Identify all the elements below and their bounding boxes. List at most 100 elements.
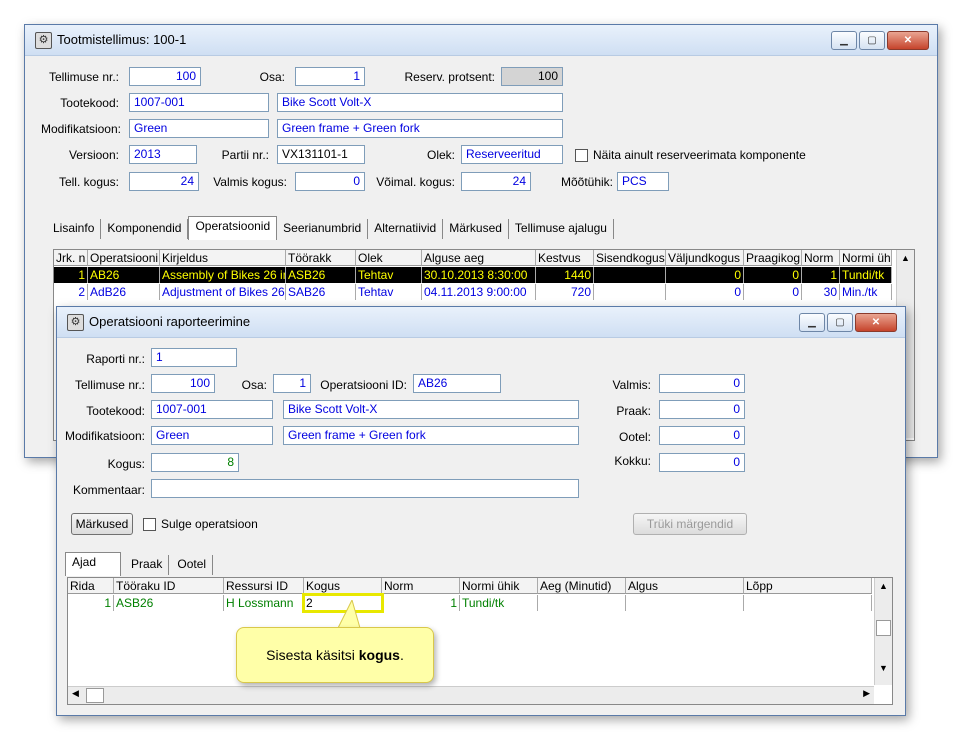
- table-row[interactable]: 2 AdB26 Adjustment of Bikes 26 SAB26 Teh…: [54, 284, 892, 300]
- valmis-field[interactable]: 0: [659, 374, 745, 393]
- voimal-kogus-field[interactable]: 24: [461, 172, 531, 191]
- col-jrk[interactable]: Jrk. n: [54, 250, 88, 266]
- col-kirjeldus[interactable]: Kirjeldus: [160, 250, 286, 266]
- raporti-nr-field[interactable]: 1: [151, 348, 237, 367]
- tab-alternatiivid[interactable]: Alternatiivid: [368, 219, 444, 239]
- mod-kirjeldus-field[interactable]: Green frame + Green fork: [277, 119, 563, 138]
- operatsiooni-id-label: Operatsiooni ID:: [320, 378, 407, 392]
- tootekood-field[interactable]: 1007-001: [151, 400, 273, 419]
- tab-ootel[interactable]: Ootel: [169, 555, 214, 575]
- kommentaar-field[interactable]: [151, 479, 579, 498]
- mod-kirjeldus-field[interactable]: Green frame + Green fork: [283, 426, 579, 445]
- col-sisendkogus[interactable]: Sisendkogus: [594, 250, 666, 266]
- naita-reserveerimata-checkbox[interactable]: [575, 149, 588, 162]
- cell: Min./tk: [840, 284, 892, 300]
- close-icon[interactable]: ✕: [855, 313, 897, 332]
- truki-margendid-button[interactable]: Trüki märgendid: [633, 513, 747, 535]
- tab-markused[interactable]: Märkused: [443, 219, 509, 239]
- col-tooraku-id[interactable]: Tööraku ID: [114, 578, 224, 594]
- markused-button[interactable]: Märkused: [71, 513, 133, 535]
- col-alguse-aeg[interactable]: Alguse aeg: [422, 250, 536, 266]
- col-lopp[interactable]: Lõpp: [744, 578, 872, 594]
- cell: Tundi/tk: [460, 595, 538, 611]
- minimize-icon[interactable]: ▁: [831, 31, 857, 50]
- toote-nimi-field[interactable]: Bike Scott Volt-X: [283, 400, 579, 419]
- main-titlebar[interactable]: ⚙ Tootmistellimus: 100-1 ▁ ▢ ✕: [25, 25, 937, 56]
- col-norm[interactable]: Norm: [382, 578, 460, 594]
- col-olek[interactable]: Olek: [356, 250, 422, 266]
- modifikatsioon-field[interactable]: Green: [129, 119, 269, 138]
- olek-field[interactable]: Reserveeritud: [461, 145, 563, 164]
- tab-operatsioonid[interactable]: Operatsioonid: [188, 216, 278, 240]
- minimize-icon[interactable]: ▁: [799, 313, 825, 332]
- cell: 2: [54, 284, 88, 300]
- col-normi-uhik[interactable]: Normi ühik: [460, 578, 538, 594]
- col-aeg-minutid[interactable]: Aeg (Minutid): [538, 578, 626, 594]
- operatsiooni-id-field[interactable]: AB26: [413, 374, 501, 393]
- osa-field[interactable]: 1: [295, 67, 365, 86]
- col-algus[interactable]: Algus: [626, 578, 744, 594]
- scroll-left-icon[interactable]: ◀: [72, 688, 79, 699]
- maximize-icon[interactable]: ▢: [859, 31, 885, 50]
- col-normi-uhik[interactable]: Normi üh: [840, 250, 892, 266]
- grid-vertical-scrollbar[interactable]: ▲ ▼: [874, 578, 892, 685]
- scroll-right-icon[interactable]: ▶: [863, 688, 870, 699]
- col-norm[interactable]: Norm: [802, 250, 840, 266]
- scroll-up-icon[interactable]: ▲: [897, 250, 914, 266]
- cell: Tehtav: [356, 267, 422, 283]
- col-rida[interactable]: Rida: [68, 578, 114, 594]
- col-kestvus[interactable]: Kestvus: [536, 250, 594, 266]
- versioon-field[interactable]: 2013: [129, 145, 197, 164]
- tootekood-field[interactable]: 1007-001: [129, 93, 269, 112]
- dialog-titlebar[interactable]: ⚙ Operatsiooni raporteerimine ▁ ▢ ✕: [57, 307, 905, 338]
- raporti-nr-label: Raporti nr.:: [86, 352, 145, 366]
- partii-nr-field[interactable]: VX131101-1: [277, 145, 365, 164]
- col-praagikog[interactable]: Praagikog: [744, 250, 802, 266]
- cell: ASB26: [286, 267, 356, 283]
- h-scroll-thumb[interactable]: [86, 688, 104, 703]
- close-icon[interactable]: ✕: [887, 31, 929, 50]
- tell-kogus-field[interactable]: 24: [129, 172, 199, 191]
- col-operatsiooni[interactable]: Operatsiooni: [88, 250, 160, 266]
- kokku-label: Kokku:: [614, 454, 651, 468]
- tab-komponendid[interactable]: Komponendid: [101, 219, 189, 239]
- praak-field[interactable]: 0: [659, 400, 745, 419]
- modifikatsioon-field[interactable]: Green: [151, 426, 273, 445]
- tab-lisainfo[interactable]: Lisainfo: [47, 219, 102, 239]
- cell: [594, 267, 666, 283]
- table-row[interactable]: 1 AB26 Assembly of Bikes 26 in ASB26 Teh…: [54, 267, 892, 283]
- kommentaar-label: Kommentaar:: [72, 483, 145, 497]
- tab-praak[interactable]: Praak: [121, 555, 170, 575]
- col-valjundkogus[interactable]: Väljundkogus: [666, 250, 744, 266]
- hint-callout: Sisesta käsitsi kogus.: [236, 627, 434, 683]
- tab-ajad[interactable]: Ajad: [65, 552, 121, 576]
- valmis-kogus-field[interactable]: 0: [295, 172, 365, 191]
- scroll-down-icon[interactable]: ▼: [875, 660, 892, 676]
- times-grid[interactable]: Rida Tööraku ID Ressursi ID Kogus Norm N…: [67, 577, 893, 705]
- tab-tellimuse-ajalugu[interactable]: Tellimuse ajalugu: [509, 219, 614, 239]
- praak-label: Praak:: [616, 404, 651, 418]
- sulge-operatsioon-checkbox[interactable]: [143, 518, 156, 531]
- col-ressursi-id[interactable]: Ressursi ID: [224, 578, 304, 594]
- kokku-field: 0: [659, 453, 745, 472]
- scroll-up-icon[interactable]: ▲: [875, 578, 892, 594]
- osa-label: Osa:: [241, 378, 267, 392]
- kogus-field[interactable]: 8: [151, 453, 239, 472]
- grid-horizontal-scrollbar[interactable]: ◀ ▶: [68, 686, 874, 704]
- tellimuse-nr-field[interactable]: 100: [151, 374, 215, 393]
- col-kogus[interactable]: Kogus: [304, 578, 382, 594]
- scroll-thumb[interactable]: [876, 620, 891, 636]
- col-toorakk[interactable]: Töörakk: [286, 250, 356, 266]
- mootuhik-field[interactable]: PCS: [617, 172, 669, 191]
- ootel-field[interactable]: 0: [659, 426, 745, 445]
- toote-nimi-field[interactable]: Bike Scott Volt-X: [277, 93, 563, 112]
- cell: 0: [666, 284, 744, 300]
- cell: H Lossmann: [224, 595, 304, 611]
- main-window-title: Tootmistellimus: 100-1: [57, 32, 187, 47]
- tab-seerianumbrid[interactable]: Seerianumbrid: [277, 219, 369, 239]
- maximize-icon[interactable]: ▢: [827, 313, 853, 332]
- osa-field[interactable]: 1: [273, 374, 311, 393]
- tellimuse-nr-field[interactable]: 100: [129, 67, 201, 86]
- cell: Tehtav: [356, 284, 422, 300]
- table-row[interactable]: 1 ASB26 H Lossmann 2 1 Tundi/tk: [68, 593, 874, 613]
